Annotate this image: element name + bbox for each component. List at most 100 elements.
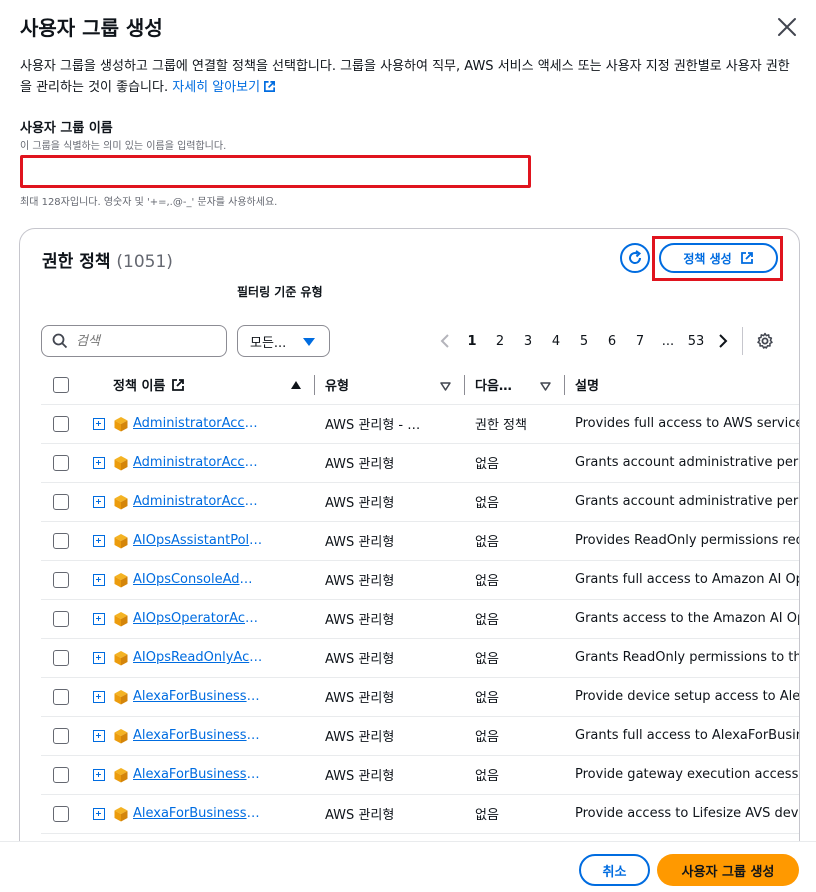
row-checkbox-cell	[41, 598, 81, 638]
page-4[interactable]: 4	[542, 334, 570, 349]
expand-icon[interactable]	[93, 417, 105, 430]
expand-icon[interactable]	[93, 651, 105, 664]
table-row[interactable]: AlexaForBusinessDeviceSetup AWS 관리형 없음 Prov…	[41, 676, 799, 716]
policy-name-cell: AdministratorAccess	[113, 403, 315, 443]
row-checkbox[interactable]	[53, 610, 69, 627]
table-row[interactable]: AlexaForBusinessGatewayExecution AWS 관리형 없…	[41, 754, 799, 794]
pagination: 1 2 3 4 5 6 7 ... 53	[432, 329, 736, 353]
page-5[interactable]: 5	[570, 334, 598, 349]
row-checkbox[interactable]	[53, 766, 69, 783]
create-group-button[interactable]: 사용자 그룹 생성	[657, 854, 799, 886]
table-row[interactable]: AlexaForBusinessLifesizeDelegatedAccessP…	[41, 793, 799, 833]
table-row[interactable]: AIOpsOperatorAccess AWS 관리형 없음 Grants acces…	[41, 598, 799, 638]
previous-page-button[interactable]	[432, 329, 458, 353]
expand-icon[interactable]	[93, 495, 105, 508]
page-3[interactable]: 3	[514, 334, 542, 349]
aws-cube-icon	[114, 806, 128, 821]
expand-icon[interactable]	[93, 573, 105, 586]
row-checkbox[interactable]	[53, 493, 69, 510]
expand-icon[interactable]	[93, 612, 105, 625]
select-all-checkbox[interactable]	[53, 376, 69, 393]
page-53[interactable]: 53	[682, 334, 710, 349]
table-row[interactable]: AdministratorAccess-Amplify AWS 관리형 없음 Gran…	[41, 442, 799, 482]
table-row[interactable]: AIOpsReadOnlyAccess AWS 관리형 없음 Grants ReadO…	[41, 637, 799, 677]
row-checkbox[interactable]	[53, 415, 69, 432]
create-policy-button[interactable]: 정책 생성	[659, 243, 778, 273]
policy-name-link[interactable]: AlexaForBusinessGatewayExecution	[133, 767, 265, 782]
policy-next-cell: 없음	[465, 793, 565, 833]
policy-type-cell: AWS 관리형	[315, 559, 465, 599]
page-7[interactable]: 7	[626, 334, 654, 349]
policy-name-link[interactable]: AIOpsAssistantPolicy	[133, 533, 265, 548]
policy-description-cell: Grants full access to Amazon AI Operatio…	[565, 559, 799, 599]
table-header-row: 정책 이름 유형 다음으로 사용	[41, 366, 799, 404]
policy-name-link[interactable]: AIOpsConsoleAdminPolicy	[133, 572, 265, 587]
next-page-button[interactable]	[710, 329, 736, 353]
sort-descending-icon	[440, 382, 451, 391]
table-row[interactable]: AdministratorAccess-AWSElasticBeanstalk A…	[41, 481, 799, 521]
policy-name-cell: AIOpsConsoleAdminPolicy	[113, 559, 315, 599]
row-checkbox-cell	[41, 559, 81, 599]
policy-type-cell: AWS 관리형	[315, 598, 465, 638]
row-checkbox[interactable]	[53, 454, 69, 471]
expand-icon[interactable]	[93, 768, 105, 781]
row-checkbox[interactable]	[53, 727, 69, 744]
policy-name-link[interactable]: AdministratorAccess-AWSElasticBeanstalk	[133, 494, 265, 509]
close-button[interactable]	[774, 14, 800, 40]
expand-icon[interactable]	[93, 534, 105, 547]
row-checkbox[interactable]	[53, 649, 69, 666]
policy-name-link[interactable]: AdministratorAccess	[133, 416, 265, 431]
policy-description-cell: Provides ReadOnly permissions required	[565, 520, 799, 560]
column-header-name[interactable]: 정책 이름	[113, 366, 315, 404]
aws-cube-icon	[114, 689, 128, 704]
policy-name-link[interactable]: AlexaForBusinessDeviceSetup	[133, 689, 265, 704]
modal-footer: 취소 사용자 그룹 생성	[0, 841, 816, 892]
row-checkbox-cell	[41, 793, 81, 833]
table-row[interactable]: AdministratorAccess AWS 관리형 - 직무 권한 정책 Prov…	[41, 403, 799, 443]
row-checkbox[interactable]	[53, 688, 69, 705]
policy-next-cell: 없음	[465, 481, 565, 521]
policy-search[interactable]	[41, 325, 227, 357]
group-name-description: 이 그룹을 식별하는 의미 있는 이름을 입력합니다.	[20, 141, 227, 152]
page-2[interactable]: 2	[486, 334, 514, 349]
policy-name-link[interactable]: AdministratorAccess-Amplify	[133, 455, 265, 470]
row-checkbox-cell	[41, 676, 81, 716]
policy-name-link[interactable]: AIOpsReadOnlyAccess	[133, 650, 265, 665]
policy-type: AWS 관리형	[325, 613, 395, 628]
table-row[interactable]: AIOpsAssistantPolicy AWS 관리형 없음 Provides Re…	[41, 520, 799, 560]
modal-description: 사용자 그룹을 생성하고 그룹에 연결할 정책을 선택합니다. 그룹을 사용하여…	[20, 56, 800, 98]
expand-icon[interactable]	[93, 729, 105, 742]
policy-name-link[interactable]: AlexaForBusinessLifesizeDelegatedAccessP…	[133, 806, 265, 821]
column-header-type[interactable]: 유형	[315, 366, 465, 404]
search-input[interactable]	[76, 333, 206, 349]
aws-cube-icon	[114, 728, 128, 743]
table-settings-button[interactable]	[753, 329, 777, 353]
cancel-button[interactable]: 취소	[579, 854, 650, 886]
refresh-button[interactable]	[620, 243, 650, 273]
policies-count: (1051)	[116, 252, 173, 272]
page-1[interactable]: 1	[458, 334, 486, 349]
row-checkbox-cell	[41, 754, 81, 794]
policy-name-link[interactable]: AIOpsOperatorAccess	[133, 611, 265, 626]
row-checkbox[interactable]	[53, 532, 69, 549]
column-description-label: 설명	[575, 379, 599, 395]
learn-more-link[interactable]: 자세히 알아보기	[172, 80, 276, 95]
policy-name-link[interactable]: AlexaForBusinessFullAccess	[133, 728, 265, 743]
policy-next-cell: 없음	[465, 559, 565, 599]
type-filter-select[interactable]: 모든...	[237, 325, 330, 357]
policies-table-body: AdministratorAccess AWS 관리형 - 직무 권한 정책 Prov…	[41, 403, 799, 872]
column-header-description[interactable]: 설명	[565, 366, 799, 404]
policy-name-cell: AlexaForBusinessLifesizeDelegatedAccessP…	[113, 793, 315, 833]
table-row[interactable]: AIOpsConsoleAdminPolicy AWS 관리형 없음 Grants f…	[41, 559, 799, 599]
column-header-next[interactable]: 다음으로 사용	[465, 366, 565, 404]
expand-icon[interactable]	[93, 456, 105, 469]
column-type-label: 유형	[325, 379, 349, 395]
expand-icon[interactable]	[93, 690, 105, 703]
policy-used-as: 없음	[475, 691, 499, 706]
row-checkbox[interactable]	[53, 805, 69, 822]
expand-icon[interactable]	[93, 807, 105, 820]
table-row[interactable]: AlexaForBusinessFullAccess AWS 관리형 없음 Grant…	[41, 715, 799, 755]
group-name-input[interactable]	[20, 155, 531, 188]
row-checkbox[interactable]	[53, 571, 69, 588]
page-6[interactable]: 6	[598, 334, 626, 349]
